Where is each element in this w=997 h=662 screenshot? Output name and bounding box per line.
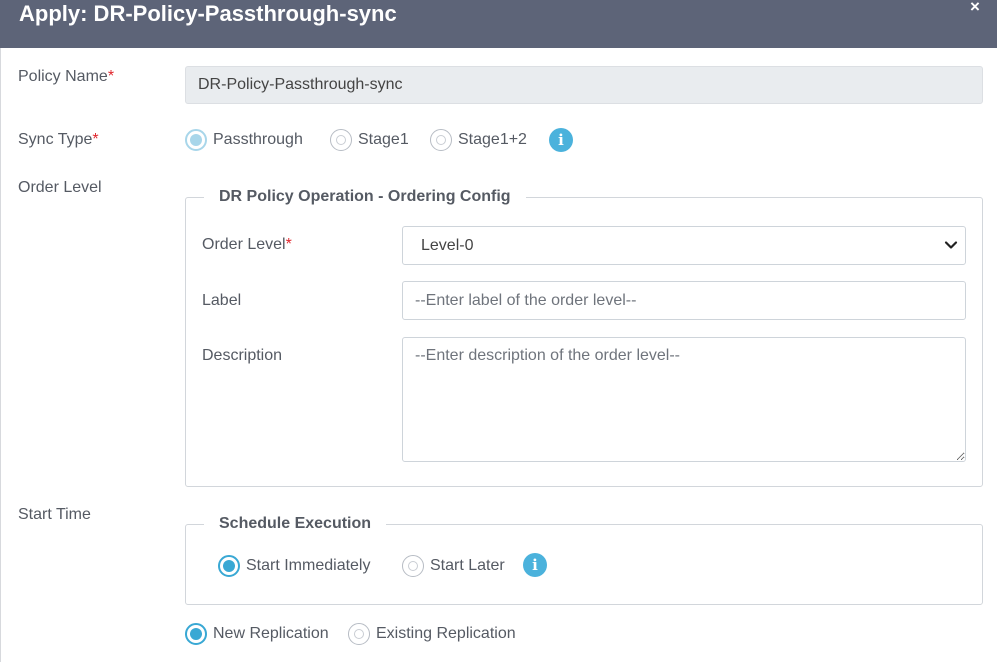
start-time-label: Start Time <box>18 506 91 523</box>
required-mark: * <box>285 236 292 253</box>
radio-label: Start Later <box>430 557 505 574</box>
sync-type-stage1-2-radio[interactable]: Stage1+2 <box>430 129 527 151</box>
radio-label: Stage1+2 <box>458 131 527 148</box>
radio-label: Start Immediately <box>246 557 371 574</box>
radio-label: Passthrough <box>213 131 303 148</box>
radio-circle-selected[interactable] <box>185 623 207 645</box>
modal-left-border <box>0 48 1 662</box>
radio-circle-selected[interactable] <box>218 555 240 577</box>
label-field-label: Label <box>202 292 242 309</box>
radio-circle[interactable] <box>430 129 452 151</box>
apply-policy-modal: Apply: DR-Policy-Passthrough-sync × Poli… <box>0 0 997 662</box>
order-level-select[interactable]: Level-0 <box>402 226 966 265</box>
radio-circle[interactable] <box>348 623 370 645</box>
radio-label: Existing Replication <box>376 625 516 642</box>
radio-circle-selected[interactable] <box>185 129 207 151</box>
sync-type-stage1-radio[interactable]: Stage1 <box>330 129 409 151</box>
ordering-config-legend: DR Policy Operation - Ordering Config <box>204 187 526 207</box>
sync-type-info-icon[interactable]: i <box>549 128 573 152</box>
policy-name-input[interactable] <box>185 66 983 104</box>
radio-label: New Replication <box>213 625 329 642</box>
order-level-select-value: Level-0 <box>421 236 474 254</box>
sync-type-passthrough-radio[interactable]: Passthrough <box>185 129 303 151</box>
radio-circle[interactable] <box>330 129 352 151</box>
start-later-radio[interactable]: Start Later <box>402 555 505 577</box>
radio-circle[interactable] <box>402 555 424 577</box>
order-description-textarea[interactable] <box>402 337 966 462</box>
sync-type-label: Sync Type* <box>18 130 99 150</box>
order-label-input[interactable] <box>402 281 966 320</box>
close-icon[interactable]: × <box>967 0 983 16</box>
modal-title: Apply: DR-Policy-Passthrough-sync <box>19 1 397 26</box>
required-mark: * <box>92 131 99 148</box>
order-level-section-label: Order Level <box>18 179 102 196</box>
order-level-label-text: Order Level <box>202 236 286 253</box>
sync-type-label-text: Sync Type <box>18 131 93 148</box>
description-field-label: Description <box>202 347 283 364</box>
schedule-execution-legend: Schedule Execution <box>204 514 387 534</box>
new-replication-radio[interactable]: New Replication <box>185 623 329 645</box>
policy-name-label: Policy Name* <box>18 67 114 87</box>
required-mark: * <box>107 68 115 85</box>
start-immediately-radio[interactable]: Start Immediately <box>218 555 370 577</box>
modal-header: Apply: DR-Policy-Passthrough-sync × <box>0 0 997 48</box>
radio-label: Stage1 <box>358 131 409 148</box>
order-level-label: Order Level* <box>202 235 292 255</box>
policy-name-label-text: Policy Name <box>18 68 108 85</box>
start-time-info-icon[interactable]: i <box>523 553 547 577</box>
existing-replication-radio[interactable]: Existing Replication <box>348 623 516 645</box>
chevron-down-icon <box>944 240 958 249</box>
